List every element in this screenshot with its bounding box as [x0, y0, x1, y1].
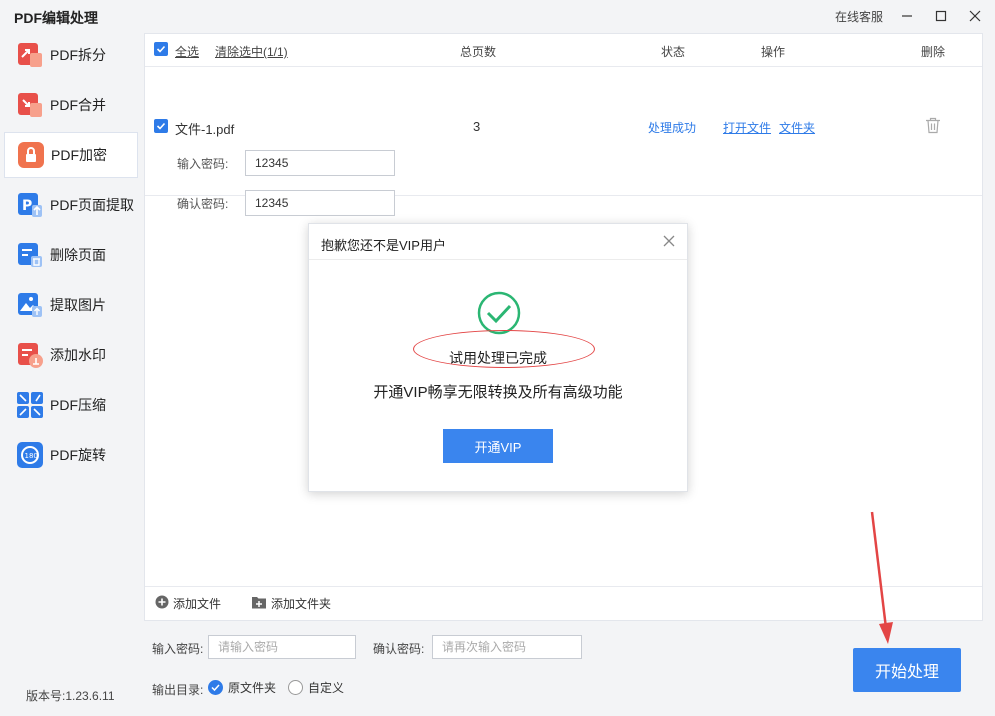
success-check-icon	[477, 291, 521, 335]
add-folder-button[interactable]: 添加文件夹	[251, 595, 331, 612]
page-extract-icon: P	[16, 191, 44, 219]
sidebar-item-compress[interactable]: PDF压缩	[4, 382, 138, 428]
vip-dialog: 抱歉您还不是VIP用户 试用处理已完成 开通VIP畅享无限转换及所有高级功能 开…	[308, 223, 688, 492]
row-confirm-field[interactable]: 12345	[245, 190, 395, 216]
title-bar: PDF编辑处理 在线客服	[0, 0, 995, 32]
add-file-button[interactable]: 添加文件	[155, 595, 221, 612]
minimize-icon[interactable]	[897, 6, 917, 26]
app-title: PDF编辑处理	[14, 10, 98, 26]
col-header-delete: 删除	[921, 45, 946, 59]
dialog-title: 抱歉您还不是VIP用户	[321, 238, 446, 253]
file-pages: 3	[473, 119, 481, 134]
lock-icon	[17, 141, 45, 169]
sidebar-item-label: PDF拆分	[50, 47, 106, 63]
sidebar-item-watermark[interactable]: 添加水印	[4, 332, 138, 378]
sidebar-item-split[interactable]: PDF拆分	[4, 32, 138, 78]
select-all-checkbox[interactable]	[154, 42, 168, 56]
watermark-icon	[16, 341, 44, 369]
confirm-password-label: 确认密码:	[373, 642, 425, 656]
sidebar-item-label: PDF压缩	[50, 397, 106, 413]
merge-icon	[16, 91, 44, 119]
sidebar-item-label: 提取图片	[50, 297, 106, 313]
row-password-label: 输入密码:	[177, 157, 229, 171]
select-all-link[interactable]: 全选	[175, 43, 199, 60]
panel-footer: 添加文件 添加文件夹	[145, 586, 982, 620]
sidebar-item-delete-page[interactable]: 删除页面	[4, 232, 138, 278]
radio-unchecked-icon	[288, 680, 303, 695]
row-password-field[interactable]: 12345	[245, 150, 395, 176]
sidebar: PDF拆分 PDF合并 PDF加密 P PDF页面提取 删除页面 提取图片 添加…	[0, 32, 140, 716]
sidebar-item-label: PDF合并	[50, 97, 106, 113]
open-file-link[interactable]: 打开文件	[723, 119, 771, 136]
trash-icon[interactable]	[925, 117, 941, 137]
output-dir-label: 输出目录:	[152, 683, 204, 697]
radio-custom-folder[interactable]: 自定义	[288, 679, 344, 696]
sidebar-item-page-extract[interactable]: P PDF页面提取	[4, 182, 138, 228]
sidebar-item-encrypt[interactable]: PDF加密	[4, 132, 138, 178]
vip-promo-text: 开通VIP畅享无限转换及所有高级功能	[373, 384, 623, 401]
image-extract-icon	[16, 291, 44, 319]
close-icon[interactable]	[965, 6, 985, 26]
radio-original-folder[interactable]: 原文件夹	[208, 679, 276, 696]
sidebar-item-label: PDF旋转	[50, 447, 106, 463]
start-process-button[interactable]: 开始处理	[853, 648, 961, 692]
sidebar-item-label: 删除页面	[50, 247, 106, 263]
version-label: 版本号:1.23.6.11	[26, 689, 115, 703]
bottom-form: 输入密码: 确认密码: 输出目录: 原文件夹 自定义	[152, 634, 852, 704]
open-vip-button[interactable]: 开通VIP	[443, 429, 553, 463]
sidebar-item-merge[interactable]: PDF合并	[4, 82, 138, 128]
dialog-header: 抱歉您还不是VIP用户	[309, 224, 687, 260]
sidebar-item-label: PDF加密	[51, 147, 107, 163]
split-icon	[16, 41, 44, 69]
col-header-action: 操作	[761, 45, 786, 59]
file-status: 处理成功	[648, 121, 697, 135]
trial-done-text: 试用处理已完成	[449, 350, 547, 366]
rotate-icon: 180	[16, 441, 44, 469]
maximize-icon[interactable]	[931, 6, 951, 26]
table-header: 全选 清除选中(1/1) 总页数 状态 操作 删除	[145, 34, 982, 67]
sidebar-item-rotate[interactable]: 180 PDF旋转	[4, 432, 138, 478]
password-input[interactable]	[208, 635, 356, 659]
window-controls: 在线客服	[835, 6, 985, 26]
col-header-status: 状态	[661, 45, 686, 59]
online-support-link[interactable]: 在线客服	[835, 8, 883, 25]
delete-page-icon	[16, 241, 44, 269]
table-row: 文件-1.pdf 3 处理成功 打开文件 文件夹 输入密码: 12345 确认密…	[145, 68, 982, 216]
file-name: 文件-1.pdf	[175, 122, 235, 137]
sidebar-item-image-extract[interactable]: 提取图片	[4, 282, 138, 328]
row-confirm-label: 确认密码:	[177, 197, 229, 211]
confirm-password-input[interactable]	[432, 635, 582, 659]
sidebar-item-label: 添加水印	[50, 347, 106, 363]
compress-icon	[16, 391, 44, 419]
plus-circle-icon	[155, 595, 169, 612]
radio-checked-icon	[208, 680, 223, 695]
clear-selected-link[interactable]: 清除选中(1/1)	[215, 43, 288, 60]
open-folder-link[interactable]: 文件夹	[779, 119, 815, 136]
password-label: 输入密码:	[152, 642, 204, 656]
svg-text:180: 180	[25, 452, 38, 460]
file-checkbox[interactable]	[154, 119, 168, 133]
svg-text:P: P	[22, 198, 32, 214]
folder-plus-icon	[251, 595, 267, 612]
col-header-pages: 总页数	[460, 45, 497, 59]
dialog-close-icon[interactable]	[661, 233, 677, 249]
sidebar-item-label: PDF页面提取	[50, 197, 134, 213]
